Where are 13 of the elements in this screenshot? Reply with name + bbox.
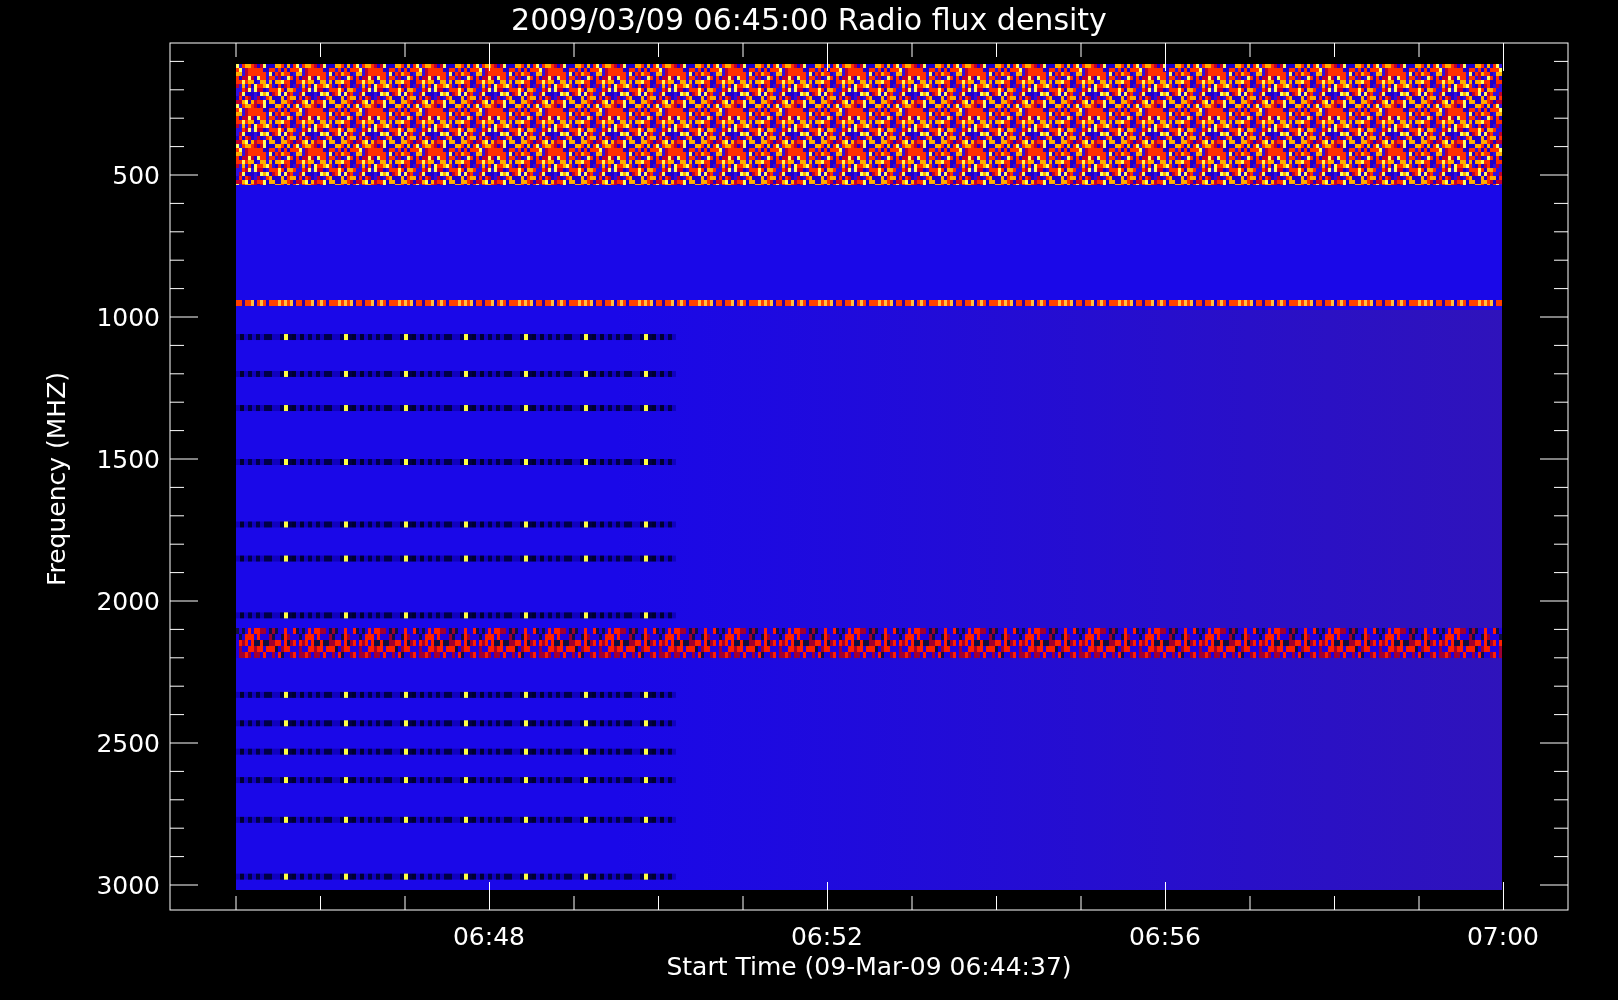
y-tick-label: 2000 <box>96 587 160 616</box>
x-tick-label: 06:52 <box>791 922 863 951</box>
x-tick-label: 06:48 <box>453 922 525 951</box>
x-tick-label: 07:00 <box>1467 922 1539 951</box>
y-tick-label: 1500 <box>96 445 160 474</box>
y-tick-label: 500 <box>112 161 160 190</box>
plot-title: 2009/03/09 06:45:00 Radio flux density <box>511 2 1107 37</box>
x-tick-label: 06:56 <box>1129 922 1201 951</box>
x-axis-label: Start Time (09-Mar-09 06:44:37) <box>666 952 1072 981</box>
y-tick-label: 1000 <box>96 303 160 332</box>
y-axis-label: Frequency (MHZ) <box>42 371 71 587</box>
y-tick-label: 2500 <box>96 729 160 758</box>
y-tick-label: 3000 <box>96 871 160 900</box>
